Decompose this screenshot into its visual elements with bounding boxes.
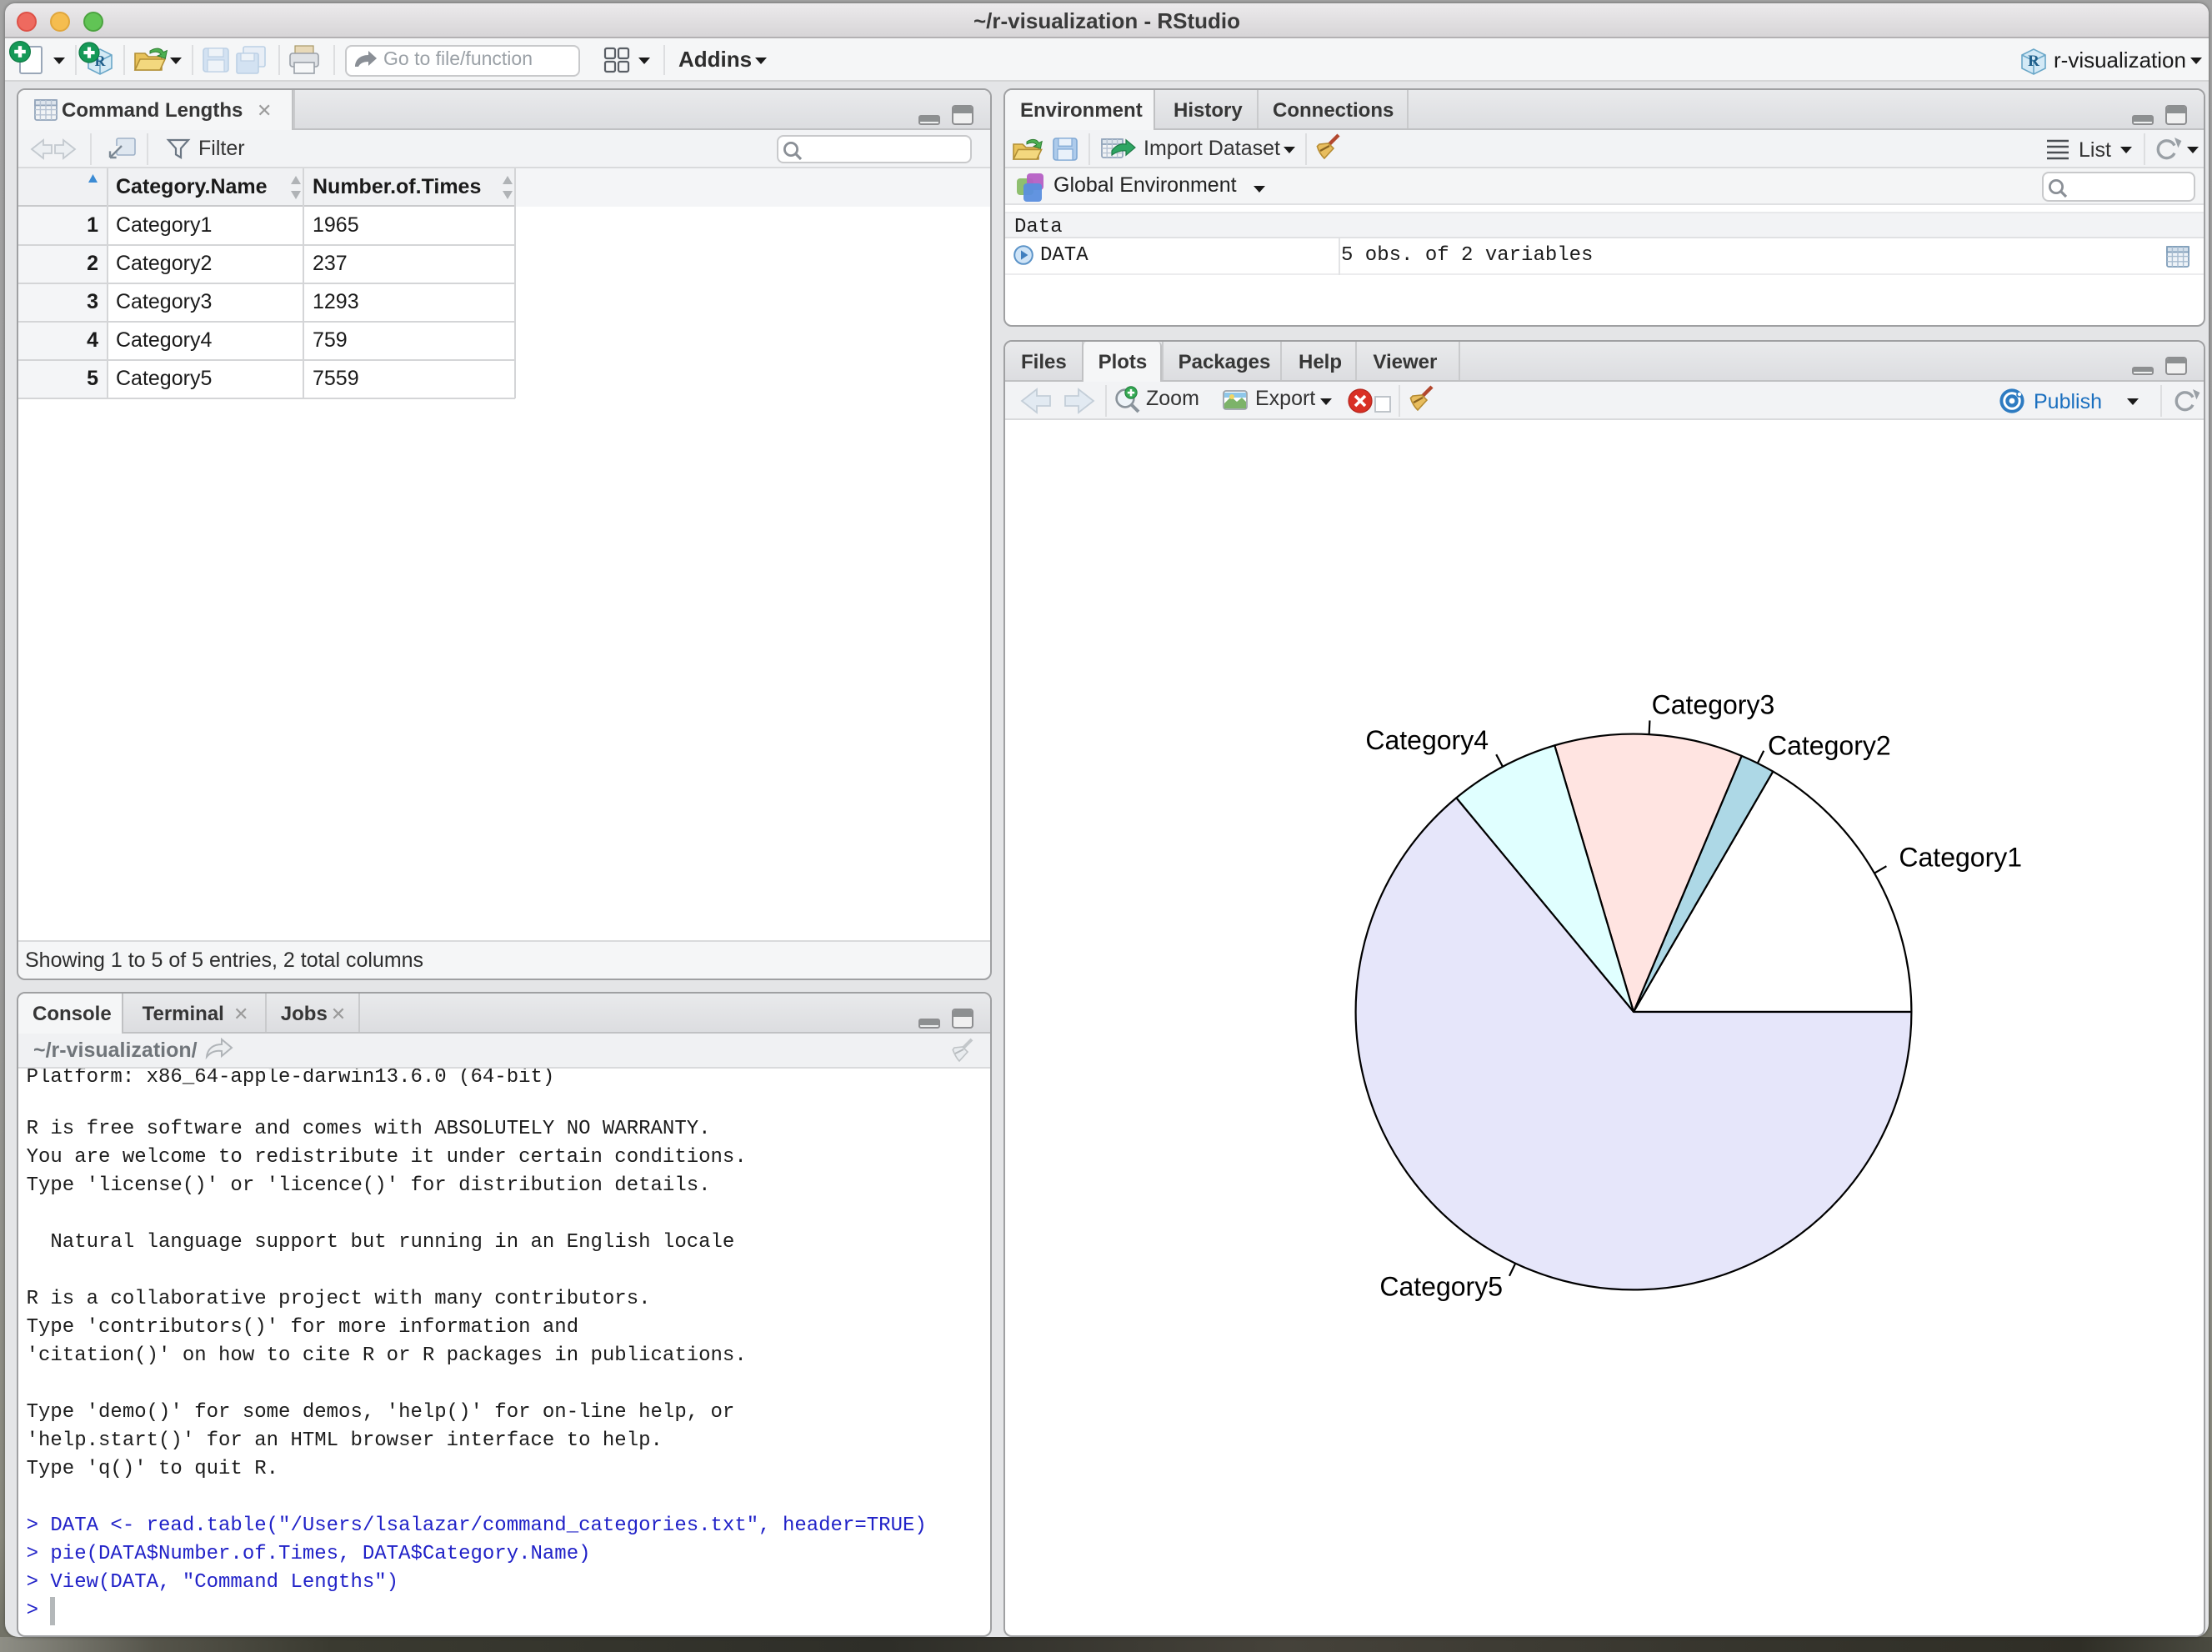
svg-text:r-visualization: r-visualization — [2054, 48, 2186, 73]
svg-text:Addins: Addins — [678, 47, 752, 72]
svg-text:Category1: Category1 — [1899, 842, 2022, 872]
svg-text:R: R — [2028, 53, 2039, 70]
svg-text:Category2: Category2 — [1768, 730, 1891, 760]
svg-text:Category5: Category5 — [1379, 1270, 1503, 1300]
svg-text:Publish: Publish — [2034, 389, 2102, 413]
svg-text:Category4: Category4 — [1365, 724, 1489, 754]
svg-text:List: List — [2079, 138, 2111, 162]
svg-text:Category3: Category3 — [1652, 688, 1775, 718]
